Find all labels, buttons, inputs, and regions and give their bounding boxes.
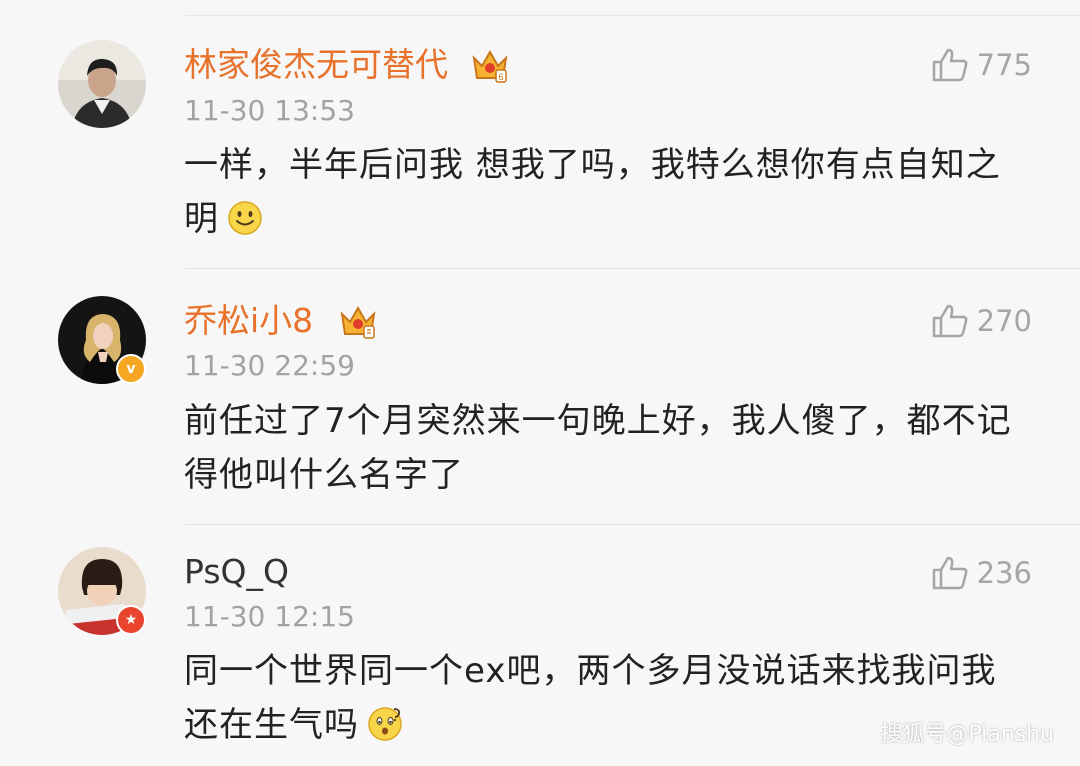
comment-text-content: 一样，半年后问我 想我了吗，我特么想你有点自知之明 <box>184 145 1001 239</box>
divider <box>185 268 1080 269</box>
thumbs-up-icon <box>932 48 968 82</box>
timestamp: 11-30 22:59 <box>184 349 355 382</box>
timestamp: 11-30 13:53 <box>184 94 355 127</box>
vip-crown-icon <box>340 305 376 339</box>
svg-text:6: 6 <box>498 72 503 82</box>
like-button[interactable]: 236 <box>931 555 1032 591</box>
like-button[interactable]: 775 <box>931 47 1032 83</box>
comment-text: 前任过了7个月突然来一句晚上好，我人傻了，都不记得他叫什么名字了 <box>184 401 1012 495</box>
verified-badge-icon: v <box>116 354 146 384</box>
comment-text: 一样，半年后问我 想我了吗，我特么想你有点自知之明 <box>184 138 1024 246</box>
thumbs-up-icon <box>932 556 968 590</box>
like-count: 775 <box>976 48 1032 82</box>
star-badge-icon: ★ <box>116 605 146 635</box>
timestamp: 11-30 12:15 <box>184 600 355 633</box>
username[interactable]: 乔松i小8 <box>184 301 313 341</box>
divider <box>185 524 1080 525</box>
watermark: 搜狐号@Pianshu <box>880 722 1054 747</box>
top-divider <box>185 15 1080 16</box>
thumbs-up-icon <box>932 304 968 338</box>
confused-emoji-icon <box>368 707 402 741</box>
avatar[interactable] <box>58 40 146 128</box>
username[interactable]: 林家俊杰无可替代 <box>184 45 448 85</box>
vip-crown-icon: 6 <box>472 49 508 83</box>
like-count: 270 <box>976 304 1032 338</box>
comment-text-content: 同一个世界同一个ex吧，两个多月没说话来找我问我还在生气吗 <box>184 651 997 745</box>
smile-emoji-icon <box>228 201 262 235</box>
username[interactable]: PsQ_Q <box>184 552 289 592</box>
like-count: 236 <box>976 556 1032 590</box>
like-button[interactable]: 270 <box>931 303 1032 339</box>
